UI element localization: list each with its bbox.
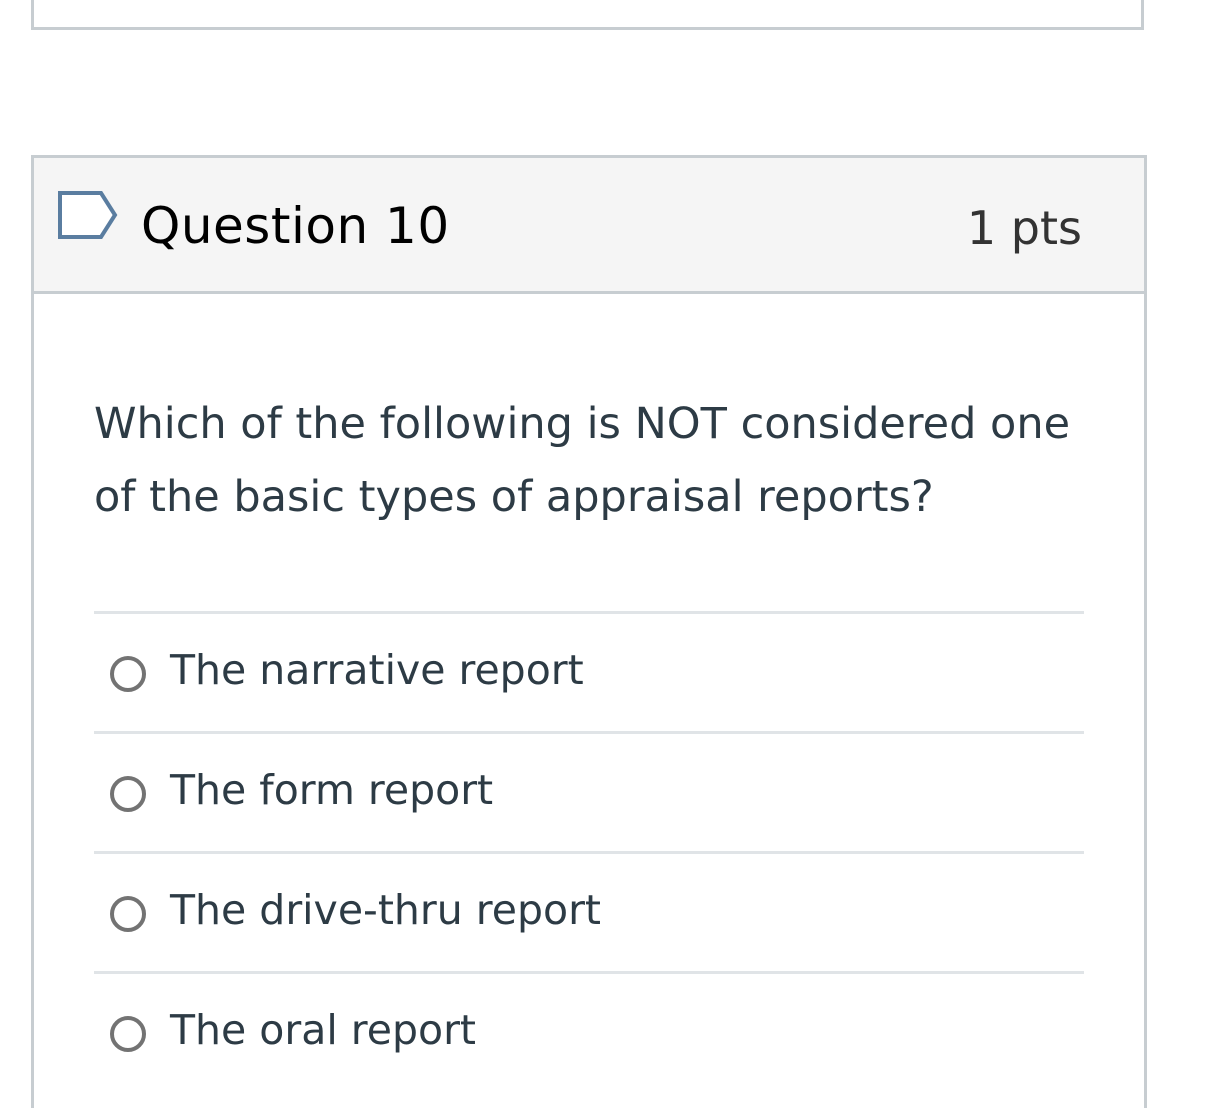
answer-option[interactable]: The oral report	[94, 974, 1084, 1091]
answer-list: The narrative report The form report The…	[94, 611, 1084, 1091]
answer-label[interactable]: The form report	[170, 762, 493, 818]
radio-button[interactable]	[110, 1016, 146, 1052]
previous-question-card	[31, 0, 1144, 30]
question-text: Which of the following is NOT considered…	[94, 399, 1071, 522]
question-points: 1 pts	[966, 201, 1082, 255]
answer-label[interactable]: The oral report	[170, 1002, 476, 1058]
radio-button[interactable]	[110, 656, 146, 692]
question-header: Question 10 1 pts	[34, 158, 1144, 294]
answer-option[interactable]: The drive-thru report	[94, 854, 1084, 974]
question-title: Question 10	[141, 197, 450, 255]
answer-option[interactable]: The narrative report	[94, 614, 1084, 734]
answer-option[interactable]: The form report	[94, 734, 1084, 854]
question-body: Which of the following is NOT considered…	[34, 294, 1144, 1091]
radio-button[interactable]	[110, 776, 146, 812]
question-card: Question 10 1 pts Which of the following…	[31, 155, 1147, 1108]
flag-question-icon[interactable]	[57, 189, 121, 241]
answer-label[interactable]: The narrative report	[170, 642, 584, 698]
quiz-page: Question 10 1 pts Which of the following…	[0, 0, 1230, 1108]
answer-label[interactable]: The drive-thru report	[170, 882, 601, 938]
radio-button[interactable]	[110, 896, 146, 932]
